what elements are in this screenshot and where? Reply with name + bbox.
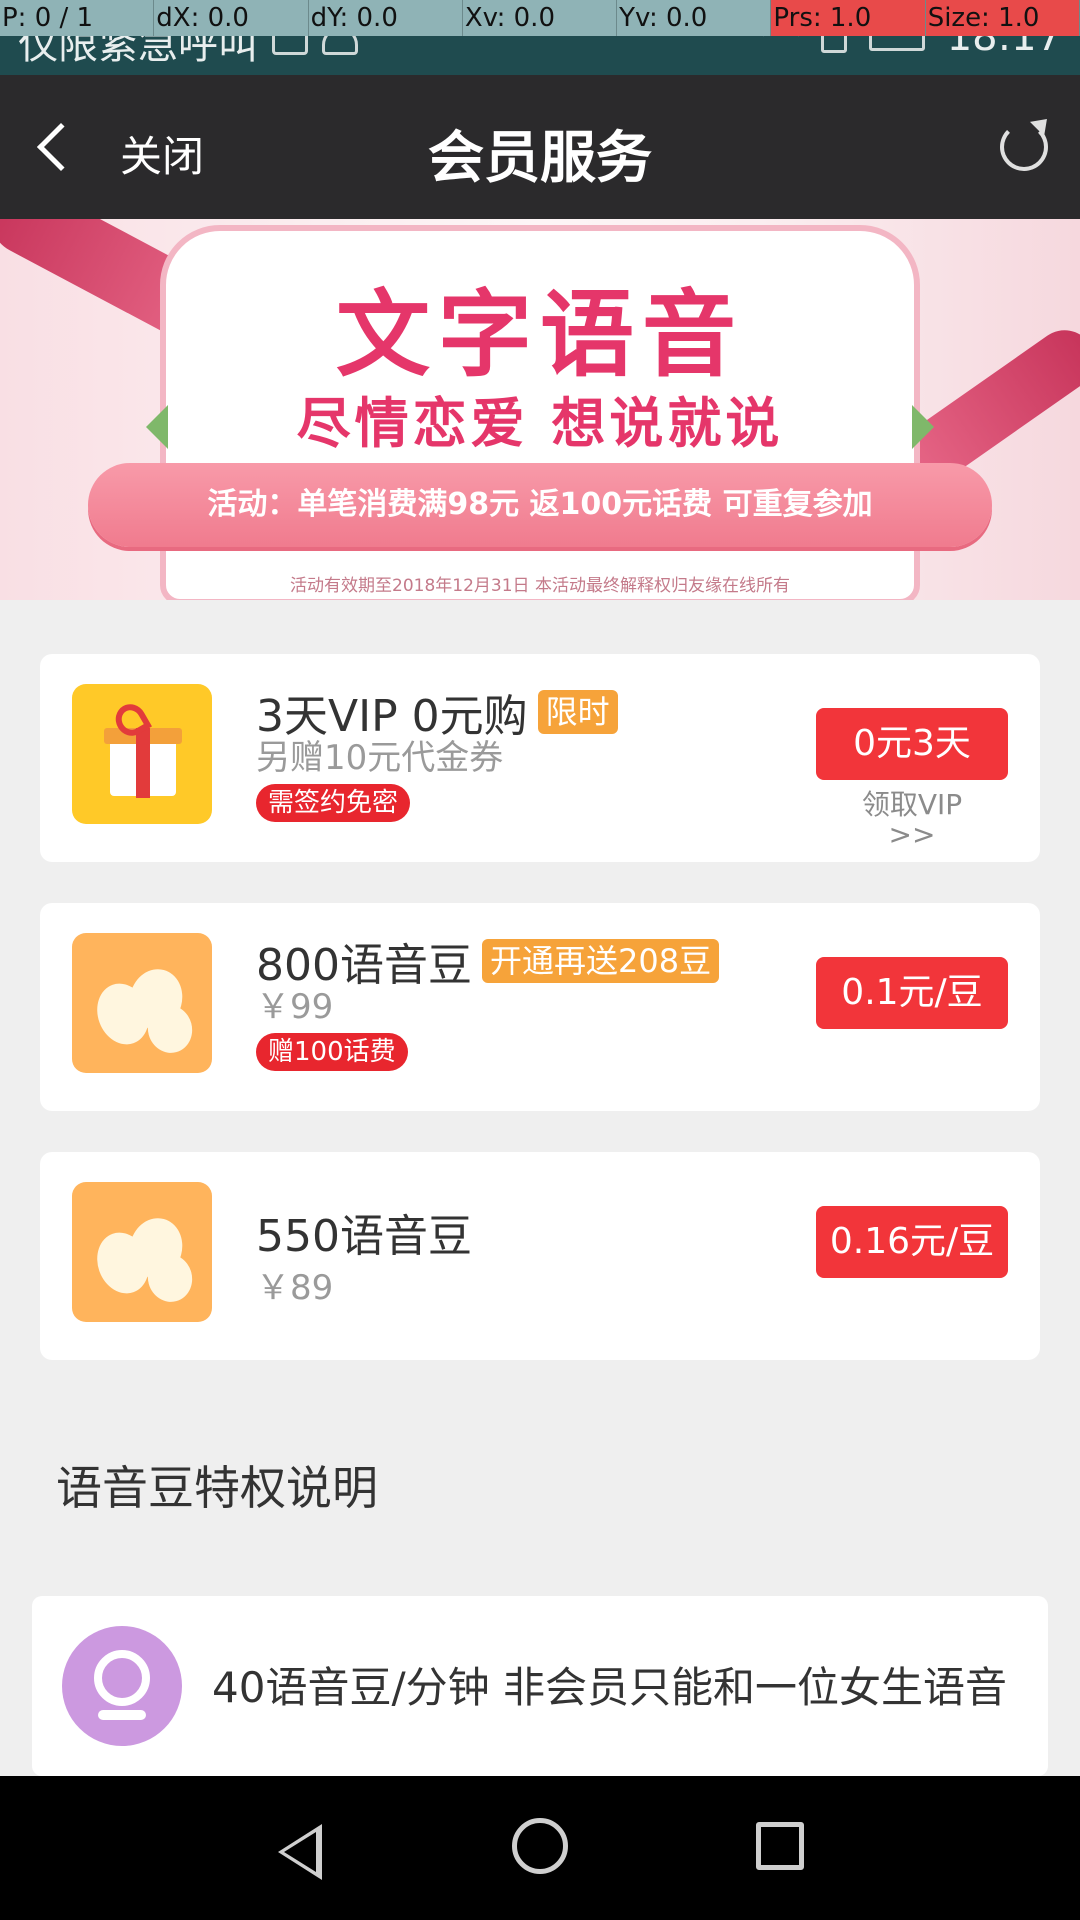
section-heading: 语音豆特权说明 xyxy=(56,1461,378,1515)
bean-icon xyxy=(72,933,212,1073)
privilege-item: 40语音豆/分钟 非会员只能和一位女生语音 xyxy=(32,1596,1048,1776)
claim-vip-link[interactable]: 领取VIP >> xyxy=(816,790,1008,850)
page-title: 会员服务 xyxy=(428,126,652,191)
claim-vip-arrow: >> xyxy=(888,818,936,851)
limited-badge: 限时 xyxy=(537,690,618,734)
debug-yv: Yv: 0.0 xyxy=(617,0,772,36)
voice-chat-icon-ring xyxy=(94,1650,150,1706)
voice-chat-icon xyxy=(62,1626,182,1746)
price-button[interactable]: 0元3天 xyxy=(816,708,1008,780)
card-title-row: 550语音豆 xyxy=(256,1200,472,1264)
product-tag: 赠100话费 xyxy=(256,1033,408,1071)
debug-prs: Prs: 1.0 xyxy=(771,0,926,36)
product-tag: 需签约免密 xyxy=(256,784,411,822)
bonus-badge: 开通再送208豆 xyxy=(481,939,720,983)
banner-title: 文字语音 xyxy=(335,281,744,390)
debug-dy: dY: 0.0 xyxy=(309,0,463,36)
banner-subtitle: 尽情恋爱 想说就说 xyxy=(296,392,784,455)
system-nav-bar xyxy=(0,1776,1080,1920)
debug-xv: Xv: 0.0 xyxy=(463,0,618,36)
pointer-location-overlay: P: 0 / 1 dX: 0.0 dY: 0.0 Xv: 0.0 Yv: 0.0… xyxy=(0,0,1080,36)
debug-dx: dX: 0.0 xyxy=(154,0,309,36)
system-home-icon[interactable] xyxy=(512,1818,568,1874)
claim-vip-label: 领取VIP xyxy=(861,788,963,821)
product-card-800-beans[interactable]: 800语音豆 开通再送208豆 ￥99 赠100话费 0.1元/豆 xyxy=(40,903,1040,1111)
product-price: ￥89 xyxy=(256,1268,334,1308)
nav-bar: 关闭 会员服务 xyxy=(0,75,1080,219)
product-card-550-beans[interactable]: 550语音豆 ￥89 0.16元/豆 xyxy=(40,1152,1040,1360)
product-card-vip[interactable]: 3天VIP 0元购 限时 另赠10元代金券 需签约免密 0元3天 领取VIP >… xyxy=(40,654,1040,862)
privilege-text: 40语音豆/分钟 非会员只能和一位女生语音 xyxy=(212,1663,1007,1712)
product-price: ￥99 xyxy=(256,987,334,1027)
system-back-icon-inner xyxy=(284,1832,316,1872)
refresh-button[interactable] xyxy=(994,111,1055,175)
banner-fine-print: 活动有效期至2018年12月31日 本活动最终解释权归友缘在线所有 xyxy=(290,576,790,596)
bean-icon xyxy=(72,1182,212,1322)
product-subtitle: 另赠10元代金券 xyxy=(256,738,504,778)
gift-ribbon-shape xyxy=(136,728,150,798)
promo-banner[interactable]: 文字语音 尽情恋爱 想说就说 活动：单笔消费满98元 返100元话费 可重复参加… xyxy=(0,219,1080,600)
product-title: 550语音豆 xyxy=(256,1211,472,1262)
debug-size: Size: 1.0 xyxy=(925,0,1080,36)
voice-chat-icon-base xyxy=(98,1710,146,1720)
debug-pointer: P: 0 / 1 xyxy=(0,0,155,36)
price-button[interactable]: 0.1元/豆 xyxy=(816,957,1008,1029)
price-button[interactable]: 0.16元/豆 xyxy=(816,1206,1008,1278)
banner-promo-text: 活动：单笔消费满98元 返100元话费 可重复参加 xyxy=(88,463,992,547)
system-recents-icon[interactable] xyxy=(756,1822,804,1870)
gift-icon xyxy=(72,684,212,824)
